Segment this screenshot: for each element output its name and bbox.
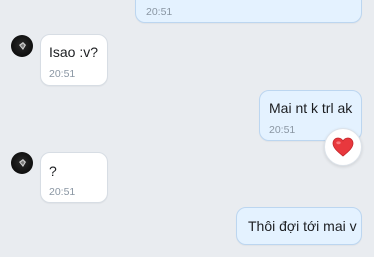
- avatar-image: [19, 42, 26, 50]
- message-time: 20:51: [146, 6, 173, 18]
- message-bubble-outgoing[interactable]: Thôi đợi tới mai v: [236, 207, 362, 245]
- message-text: ?: [49, 163, 57, 179]
- message-bubble-incoming[interactable]: ? 20:51: [40, 152, 108, 203]
- message-time: 20:51: [49, 186, 76, 198]
- message-text: Mai nt k trl ak: [269, 100, 353, 116]
- message-text: Isao :v?: [49, 44, 99, 60]
- message-bubble-incoming[interactable]: Isao :v? 20:51: [40, 34, 108, 86]
- heart-icon: [332, 137, 354, 157]
- message-time: 20:51: [49, 68, 76, 80]
- message-text: Thôi đợi tới mai v: [248, 218, 357, 234]
- contact-avatar[interactable]: [11, 35, 33, 57]
- message-bubble-outgoing[interactable]: 20:51: [135, 0, 362, 23]
- chat-conversation: 20:51 Isao :v? 20:51 Mai nt k trl ak 20:…: [0, 0, 374, 257]
- contact-avatar[interactable]: [11, 152, 33, 174]
- avatar-image: [19, 159, 26, 167]
- message-time: 20:51: [269, 124, 296, 136]
- reaction-badge[interactable]: [324, 128, 362, 166]
